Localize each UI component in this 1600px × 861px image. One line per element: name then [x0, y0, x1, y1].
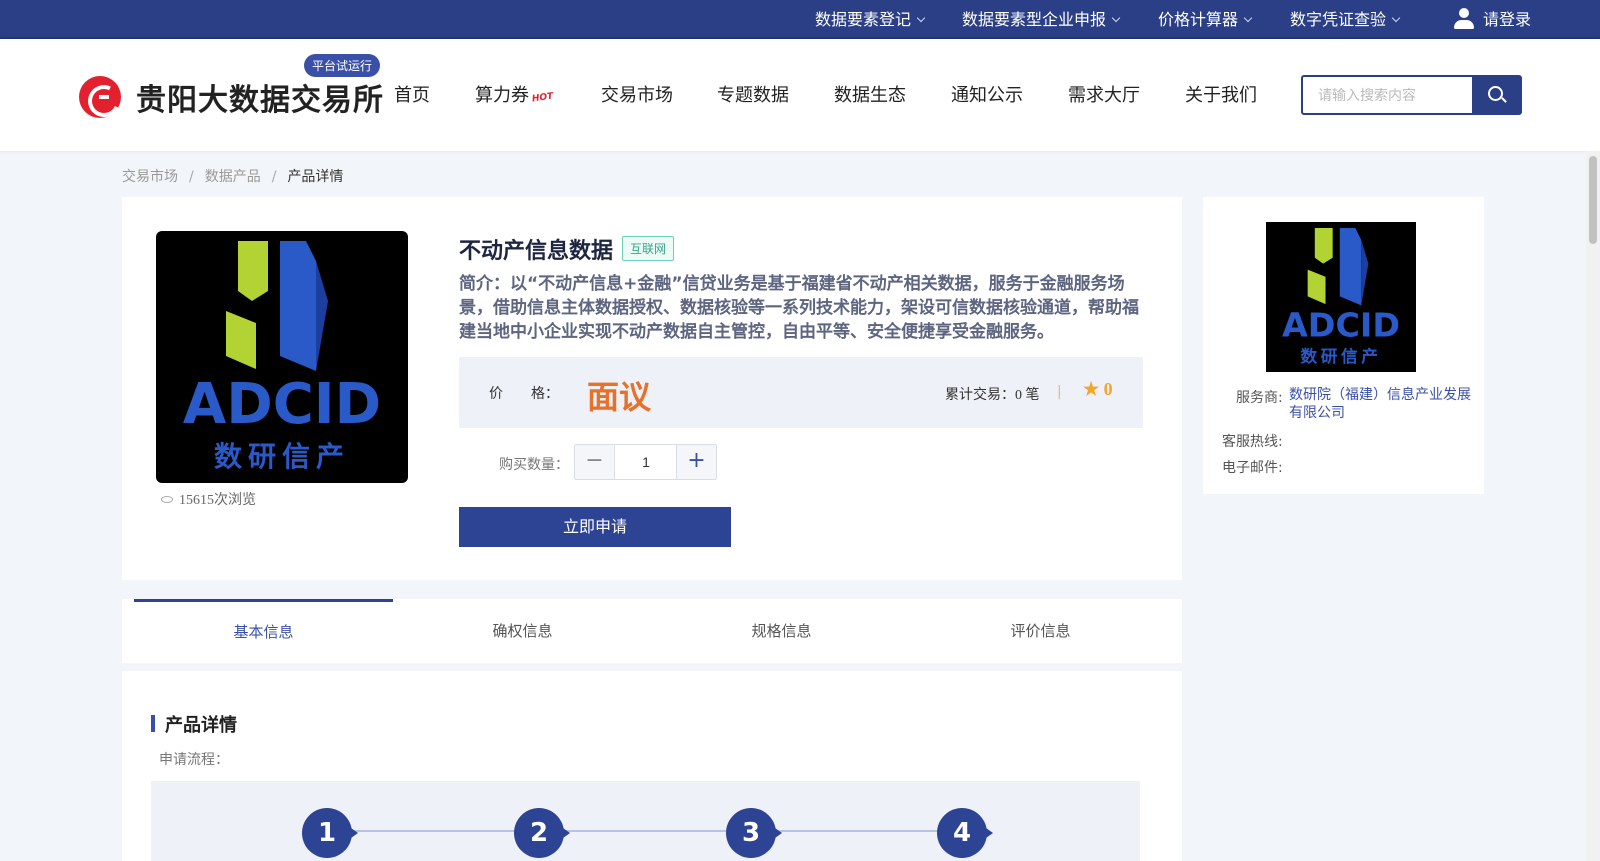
category-tag: 互联网 [622, 236, 675, 261]
flow-label: 申请流程： [159, 752, 229, 768]
section-marker [151, 715, 155, 732]
nav-topic-data[interactable]: 专题数据 [717, 81, 789, 107]
logo-subtext: 数研信产 [214, 440, 350, 473]
divider: | [1057, 384, 1062, 400]
apply-button[interactable]: 立即申请 [459, 507, 731, 547]
trial-badge: 平台试运行 [304, 54, 381, 77]
nav-market[interactable]: 交易市场 [601, 81, 673, 107]
star-icon: ★ [1083, 379, 1100, 399]
nav-about[interactable]: 关于我们 [1185, 81, 1257, 107]
hot-badge: HOT [531, 91, 554, 105]
flow-step-1: 1 [302, 808, 358, 858]
menu-data-registration[interactable]: 数据要素登记 [815, 0, 926, 39]
price-value: 面议 [587, 378, 652, 416]
tab-rights-info[interactable]: 确权信息 [393, 599, 652, 663]
decrement-button[interactable]: − [575, 445, 615, 479]
product-title: 不动产信息数据 [459, 239, 614, 264]
increment-button[interactable]: + [676, 445, 716, 479]
user-icon [1453, 7, 1475, 31]
nav-compute-voucher[interactable]: 算力券 [475, 81, 529, 107]
breadcrumb-data-products[interactable]: 数据产品 [205, 169, 261, 185]
nav-demand-hall[interactable]: 需求大厅 [1068, 81, 1140, 107]
search-box [1301, 75, 1522, 115]
eye-icon [161, 496, 173, 503]
chevron-down-icon [1243, 13, 1253, 23]
flow-connector [327, 830, 987, 832]
breadcrumb-current: 产品详情 [287, 169, 344, 185]
tab-spec-info[interactable]: 规格信息 [652, 599, 911, 663]
flow-step-2: 2 [514, 808, 570, 858]
flow-step-4: 4 [937, 808, 993, 858]
brand-name[interactable]: 贵阳大数据交易所 [136, 75, 384, 119]
tab-review-info[interactable]: 评价信息 [911, 599, 1170, 663]
quantity-label: 购买数量： [499, 457, 569, 473]
provider-link[interactable]: 数研院（福建）信息产业发展有限公司 [1289, 386, 1474, 422]
price-label: 价 格： [489, 386, 559, 402]
rating: ★ 0 [1083, 379, 1113, 399]
section-title: 产品详情 [165, 715, 237, 736]
view-count: 15615次浏览 [161, 489, 256, 509]
chevron-down-icon [1391, 13, 1401, 23]
trade-count: 累计交易：0 笔 [945, 388, 1040, 403]
product-logo-image: ADCID 数研信产 [156, 231, 408, 483]
menu-certificate-check[interactable]: 数字凭证查验 [1290, 0, 1401, 39]
hotline-label: 客服热线: [1222, 434, 1283, 450]
logo-wordmark: ADCID [183, 372, 381, 437]
nav-data-ecosystem[interactable]: 数据生态 [834, 81, 906, 107]
top-bar: 数据要素登记 数据要素型企业申报 价格计算器 数字凭证查验 请登录 [0, 0, 1600, 39]
vendor-logo-subtext: 数研信产 [1301, 346, 1382, 366]
flow-step-3: 3 [726, 808, 782, 858]
menu-price-calculator[interactable]: 价格计算器 [1158, 0, 1253, 39]
flow-panel [151, 781, 1140, 861]
site-header: 贵阳大数据交易所 平台试运行 首页 算力券 HOT 交易市场 专题数据 数据生态… [0, 39, 1600, 151]
nav-home[interactable]: 首页 [394, 81, 430, 107]
quantity-input[interactable] [616, 445, 676, 479]
price-box: 价 格： 面议 累计交易：0 笔 | ★ 0 [459, 357, 1143, 428]
vendor-logo-wordmark: ADCID [1282, 305, 1400, 344]
email-label: 电子邮件: [1222, 460, 1283, 476]
vendor-logo-image: ADCID 数研信产 [1266, 222, 1416, 372]
search-input[interactable] [1303, 77, 1475, 113]
nav-notices[interactable]: 通知公示 [951, 81, 1023, 107]
quantity-stepper: − + [574, 444, 717, 480]
search-icon[interactable] [1472, 77, 1520, 113]
page-scrollbar[interactable] [1586, 151, 1600, 861]
breadcrumb-market[interactable]: 交易市场 [122, 169, 178, 185]
provider-label: 服务商: [1236, 390, 1283, 406]
login-link[interactable]: 请登录 [1453, 0, 1531, 39]
tab-basic-info[interactable]: 基本信息 [134, 599, 393, 663]
breadcrumb: 交易市场 / 数据产品 / 产品详情 [122, 169, 344, 185]
exchange-logo-icon[interactable] [79, 76, 121, 118]
product-intro: 简介：以“不动产信息+金融”信贷业务是基于福建省不动产相关数据，服务于金融服务场… [459, 274, 1139, 342]
scrollbar-thumb[interactable] [1589, 156, 1597, 244]
chevron-down-icon [916, 13, 926, 23]
chevron-down-icon [1111, 13, 1121, 23]
menu-enterprise-declaration[interactable]: 数据要素型企业申报 [962, 0, 1121, 39]
